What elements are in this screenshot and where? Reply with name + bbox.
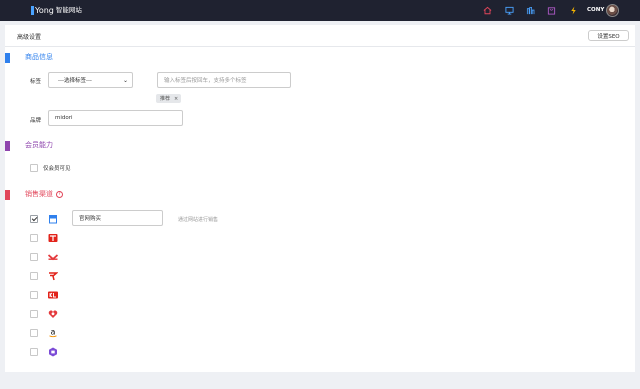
info-icon[interactable]: ? [56, 191, 63, 198]
chart-icon[interactable] [526, 6, 535, 15]
members-only-checkbox[interactable] [30, 164, 38, 172]
members-only-label: 仅会员可见 [43, 166, 71, 172]
channel-vip-checkbox[interactable] [30, 253, 38, 261]
username[interactable]: CONY [587, 6, 604, 15]
kaola-icon [48, 290, 58, 300]
brand-subtitle: 智能网站 [55, 6, 82, 14]
tag-remove-icon[interactable]: × [174, 96, 178, 102]
section-marker-membership [5, 141, 10, 151]
svg-text:a: a [51, 328, 56, 337]
tag-select-value: ---选择标签--- [58, 78, 92, 84]
brand-label: 品牌 [30, 118, 42, 124]
top-navigation-bar: Yong 智能网站 CONY [0, 0, 640, 21]
jd-icon [48, 271, 58, 281]
store-icon [48, 214, 58, 224]
channel-kaola-checkbox[interactable] [30, 291, 38, 299]
channel-store-checkbox[interactable] [30, 215, 38, 223]
channel-youzan-checkbox[interactable] [30, 310, 38, 318]
section-title-product-info: 商品信息 [25, 53, 53, 61]
page-background-footer [0, 372, 640, 389]
card-header: 高级设置 设置SEO [5, 25, 635, 47]
channel-jd-checkbox[interactable] [30, 272, 38, 280]
home-icon[interactable] [483, 6, 492, 15]
page-title: 高级设置 [17, 34, 42, 41]
section-marker-sales [5, 190, 10, 200]
set-seo-button[interactable]: 设置SEO [588, 30, 629, 41]
monitor-icon[interactable] [505, 6, 514, 15]
vip-icon [48, 252, 58, 262]
advanced-settings-card: 高级设置 设置SEO 商品信息 标签 ---选择标签--- ⌄ 输入标签后按回车… [5, 25, 635, 372]
bag-icon[interactable] [547, 6, 556, 15]
tmall-icon [48, 233, 58, 243]
channel-store-hint: 通过网站进行销售 [178, 217, 219, 223]
section-marker-product [5, 53, 10, 63]
tag-select[interactable]: ---选择标签--- ⌄ [48, 72, 133, 88]
bolt-icon[interactable] [569, 6, 578, 15]
tag-input[interactable]: 输入标签后按回车，支持多个标签 [157, 72, 291, 88]
tag-label: 标签 [30, 79, 42, 85]
chevron-down-icon: ⌄ [122, 77, 128, 84]
section-title-sales-channels: 销售渠道 [25, 190, 53, 198]
tag-chip: 推荐 × [156, 94, 182, 103]
xiaohongshu-icon [48, 347, 58, 357]
channel-xiaohongshu-checkbox[interactable] [30, 348, 38, 356]
channel-store-name-input[interactable]: 官网购买 [72, 210, 163, 226]
user-avatar[interactable] [606, 4, 619, 17]
channel-tmall-checkbox[interactable] [30, 234, 38, 242]
brand-logo[interactable]: Yong 智能网站 [31, 5, 82, 16]
section-title-membership: 会员能力 [25, 141, 53, 149]
brand-name: Yong [35, 6, 54, 15]
amazon-icon: a [48, 328, 58, 338]
tag-chip-label: 推荐 [160, 96, 171, 102]
channel-amazon-checkbox[interactable] [30, 329, 38, 337]
logo-mark [31, 6, 34, 15]
brand-input[interactable]: midori [48, 110, 183, 126]
youzan-icon [48, 309, 58, 319]
